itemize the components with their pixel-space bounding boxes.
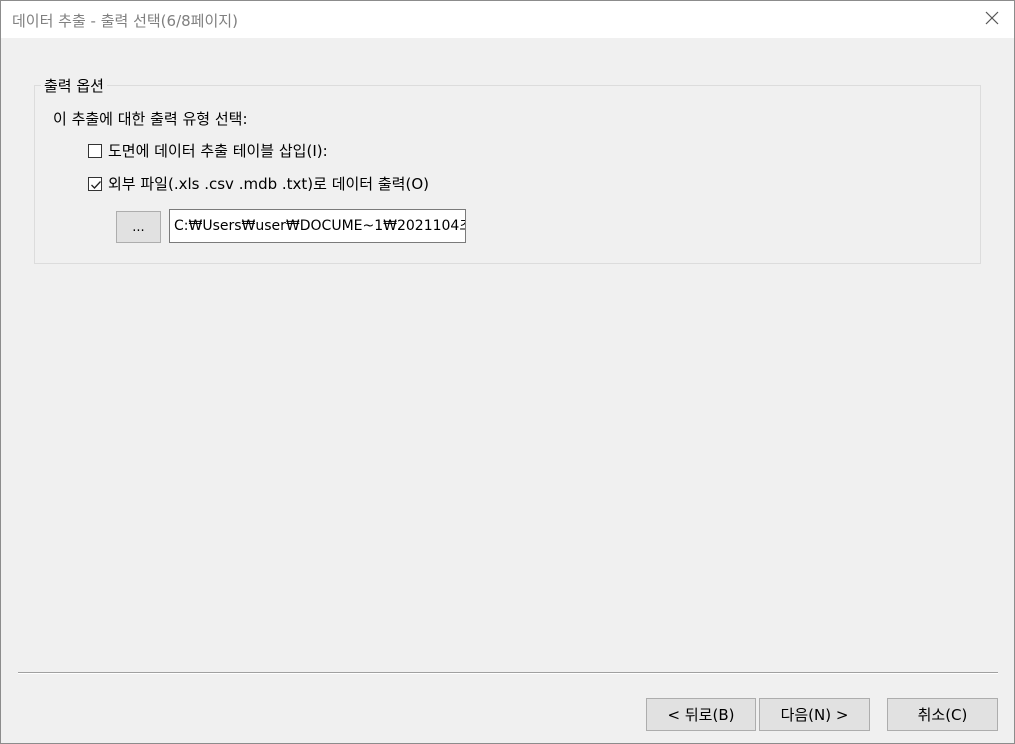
window-title: 데이터 추출 - 출력 선택(6/8페이지) — [12, 12, 238, 30]
close-icon — [985, 11, 999, 29]
external-file-checkbox[interactable] — [88, 176, 102, 191]
external-file-label: 외부 파일(.xls .csv .mdb .txt)로 데이터 출력(O) — [108, 175, 429, 193]
file-path-input[interactable]: C:₩Users₩user₩DOCUME~1₩2021104초평 — [169, 209, 466, 243]
output-type-prompt: 이 추출에 대한 출력 유형 선택: — [53, 110, 248, 128]
insert-table-label: 도면에 데이터 추출 테이블 삽입(I): — [108, 142, 328, 160]
browse-button[interactable]: ... — [116, 211, 161, 243]
checkmark-icon — [91, 180, 101, 189]
insert-table-option[interactable]: 도면에 데이터 추출 테이블 삽입(I): — [88, 140, 328, 161]
next-button[interactable]: 다음(N) > — [759, 698, 870, 731]
external-file-option[interactable]: 외부 파일(.xls .csv .mdb .txt)로 데이터 출력(O) — [88, 173, 429, 194]
footer-separator — [18, 672, 998, 674]
back-button[interactable]: < 뒤로(B) — [646, 698, 756, 731]
dialog-window: 데이터 추출 - 출력 선택(6/8페이지) 출력 옵션 이 추출에 대한 출력… — [0, 0, 1015, 744]
insert-table-checkbox[interactable] — [88, 143, 102, 158]
close-button[interactable] — [970, 1, 1014, 38]
group-label: 출력 옵션 — [41, 75, 107, 96]
title-bar: 데이터 추출 - 출력 선택(6/8페이지) — [1, 1, 1014, 38]
cancel-button[interactable]: 취소(C) — [887, 698, 998, 731]
